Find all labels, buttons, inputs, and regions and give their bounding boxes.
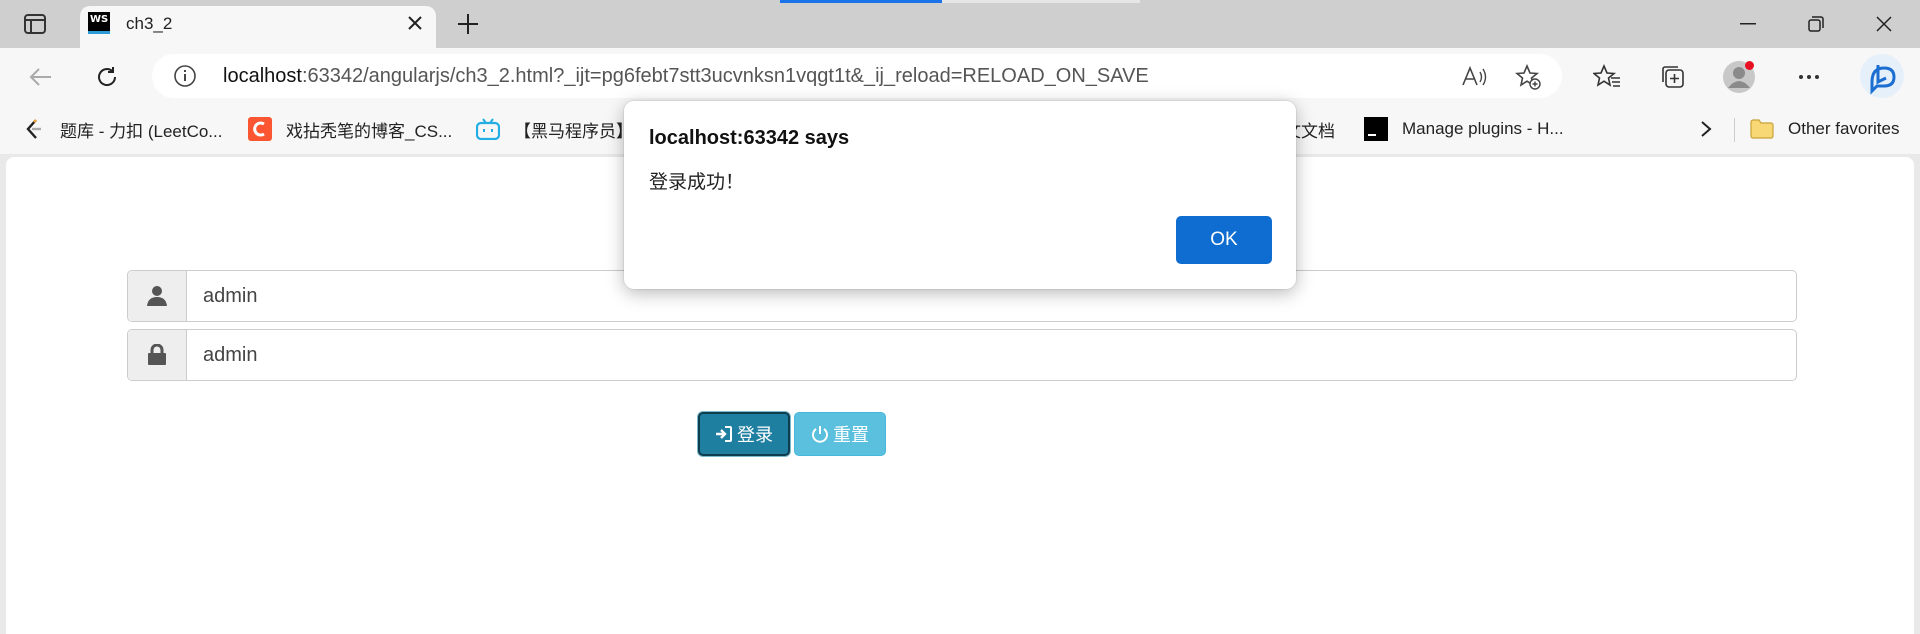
other-favorites-folder[interactable]: Other favorites: [1750, 116, 1900, 142]
bookmark-item-manage-plugins[interactable]: Manage plugins - H...: [1364, 116, 1564, 142]
tab-title: ch3_2: [126, 14, 173, 33]
bookmark-label: 戏拈秃笔的博客_CS...: [286, 121, 453, 141]
page-loading-progress: [780, 0, 942, 3]
other-favorites-label: Other favorites: [1788, 119, 1900, 138]
address-bar[interactable]: localhost:63342/angularjs/ch3_2.html?_ij…: [152, 54, 1562, 98]
folder-icon: [1750, 117, 1774, 141]
profile-avatar-icon[interactable]: [1720, 58, 1758, 96]
restore-icon[interactable]: [1794, 8, 1838, 40]
bookmark-label: 题库 - 力扣 (LeetCo...: [60, 121, 223, 141]
back-icon[interactable]: [22, 58, 60, 96]
url-host: localhost: [223, 65, 302, 87]
bookmark-label: 【黑马程序员】: [514, 121, 633, 141]
browser-titlebar: WS ch3_2: [0, 0, 1920, 48]
url-path: :63342/angularjs/ch3_2.html?_ijt=pg6febt…: [301, 65, 1149, 87]
bookmarks-overflow-chevron-icon[interactable]: [1700, 116, 1712, 142]
notification-dot: [1745, 61, 1754, 70]
bing-copilot-icon[interactable]: [1856, 50, 1908, 102]
alert-dialog: localhost:63342 says 登录成功！ OK: [624, 101, 1296, 289]
leetcode-icon: [22, 117, 46, 141]
dialog-message: 登录成功！: [649, 171, 745, 193]
login-button-label: 登录: [737, 425, 773, 446]
log-in-icon: [716, 426, 732, 442]
bookmark-item-bilibili[interactable]: 【黑马程序员】: [476, 116, 633, 142]
bilibili-icon: [476, 117, 500, 141]
user-icon: [128, 271, 187, 321]
browser-tab-active[interactable]: WS ch3_2: [80, 6, 436, 48]
url-text[interactable]: localhost:63342/angularjs/ch3_2.html?_ij…: [223, 65, 1149, 88]
password-input[interactable]: [187, 330, 1796, 380]
power-icon: [812, 426, 828, 443]
password-input-group: [127, 329, 1797, 381]
site-info-icon[interactable]: [172, 63, 198, 89]
webstorm-icon: WS: [88, 12, 110, 34]
more-options-icon[interactable]: [1790, 58, 1828, 96]
browser-toolbar: localhost:63342/angularjs/ch3_2.html?_ij…: [0, 48, 1920, 104]
refresh-icon[interactable]: [88, 58, 126, 96]
page-loading-bar: [780, 0, 1140, 3]
tab-close-icon[interactable]: [402, 10, 428, 36]
csdn-icon: [248, 117, 272, 141]
favorites-icon[interactable]: [1588, 58, 1626, 96]
terminal-icon: [1364, 117, 1388, 141]
lock-icon: [128, 330, 187, 380]
bookmark-item-leetcode[interactable]: 题库 - 力扣 (LeetCo...: [22, 116, 222, 142]
bookmarks-divider: [1734, 118, 1735, 142]
collections-icon[interactable]: [1654, 58, 1692, 96]
reset-button-label: 重置: [833, 425, 869, 446]
bookmark-item-csdn[interactable]: 戏拈秃笔的博客_CS...: [248, 116, 452, 142]
close-window-icon[interactable]: [1862, 8, 1906, 40]
dialog-title: localhost:63342 says: [649, 127, 850, 149]
minimize-icon[interactable]: [1726, 8, 1770, 40]
dialog-ok-button[interactable]: OK: [1176, 216, 1272, 264]
tab-actions-icon[interactable]: [18, 10, 52, 38]
bookmark-label: Manage plugins - H...: [1402, 119, 1564, 138]
reset-button[interactable]: 重置: [794, 412, 886, 456]
login-button[interactable]: 登录: [698, 412, 790, 456]
read-aloud-icon[interactable]: [1460, 63, 1488, 91]
new-tab-icon[interactable]: [452, 8, 484, 40]
add-favorite-icon[interactable]: [1514, 63, 1542, 91]
